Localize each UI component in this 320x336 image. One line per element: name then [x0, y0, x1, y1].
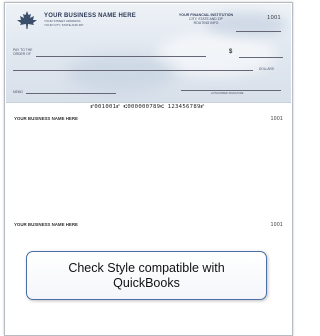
stub-check-number: 1001: [270, 222, 283, 228]
check-voucher: YOUR BUSINESS NAME HERE YOUR STREET ADDR…: [6, 4, 291, 103]
quickbooks-callout: Check Style compatible with QuickBooks: [26, 251, 267, 300]
stub-business-name: YOUR BUSINESS NAME HERE: [14, 116, 78, 121]
background-pattern: [66, 54, 176, 92]
amount-box: [239, 48, 283, 58]
signature-label: AUTHORIZED SIGNATURE: [211, 92, 244, 95]
pay-to-label: PAY TO THE ORDER OF: [13, 48, 39, 56]
memo-line: [26, 93, 116, 94]
dollar-sign: $: [229, 49, 233, 55]
memo-label: MEMO: [13, 90, 23, 94]
amount-words-line: [13, 70, 253, 71]
dollars-label: DOLLARS: [259, 67, 274, 71]
micr-line: ⑈001001⑈ ⑆000000789⑆ 123456789⑈: [90, 104, 205, 110]
bank-info: YOUR FINANCIAL INSTITUTION CITY, STATE A…: [156, 13, 256, 25]
business-address: YOUR STREET ADDRESS YOUR CITY, STATE AND…: [44, 19, 84, 27]
signature-line: [181, 90, 281, 91]
check-number: 1001: [267, 15, 281, 21]
payee-line: [36, 56, 206, 57]
date-line: [236, 31, 281, 32]
stub-check-number: 1001: [270, 116, 283, 122]
pay-to-text: PAY TO THE ORDER OF: [13, 48, 33, 56]
address-line: YOUR CITY, STATE AND ZIP: [44, 22, 84, 27]
stub-business-name: YOUR BUSINESS NAME HERE: [14, 222, 78, 227]
bank-line: ROUTING INFO: [193, 21, 219, 25]
callout-text: Check Style compatible with QuickBooks: [68, 260, 225, 290]
maple-leaf-logo-icon: [17, 11, 37, 29]
